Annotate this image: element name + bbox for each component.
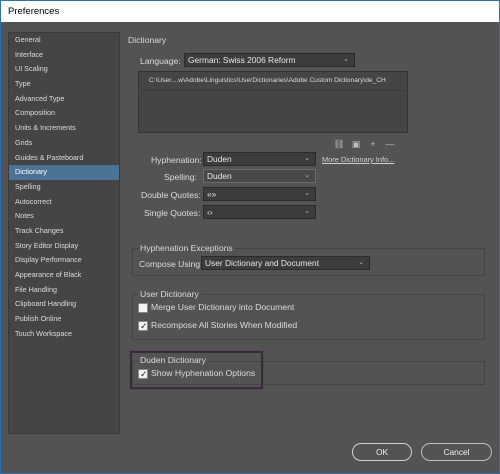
- chevron-down-icon: ⌄: [304, 208, 310, 215]
- remove-icon[interactable]: —: [384, 139, 396, 149]
- recompose-stories-checkbox[interactable]: ✓: [138, 321, 148, 331]
- hyphenation-exceptions-title: Hyphenation Exceptions: [138, 243, 235, 253]
- show-hyphenation-options-label: Show Hyphenation Options: [151, 368, 256, 378]
- show-hyphenation-options-checkbox[interactable]: ✓: [138, 369, 148, 379]
- sidebar-list: General Interface UI Scaling Type Advanced T…: [9, 33, 119, 341]
- user-dictionary-list[interactable]: C:\User....w\Adobe\Linguistics\UserDicti…: [138, 71, 408, 133]
- recompose-stories-label: Recompose All Stories When Modified: [151, 320, 298, 330]
- merge-user-dictionary-label: Merge User Dictionary into Document: [151, 302, 295, 312]
- ok-button[interactable]: OK: [352, 443, 412, 461]
- checkmark-icon: ✓: [140, 369, 148, 379]
- add-icon[interactable]: +: [367, 139, 379, 149]
- chevron-down-icon: ⌄: [343, 56, 349, 63]
- link-icon[interactable]: ⛓: [333, 139, 345, 149]
- single-quotes-label: Single Quotes:: [144, 208, 201, 218]
- sidebar-item-guides-pasteboard[interactable]: Guides & Pasteboard: [9, 151, 119, 166]
- chevron-down-icon: ⌄: [304, 190, 310, 197]
- sidebar-item-grids[interactable]: Grids: [9, 136, 119, 151]
- chevron-down-icon: ⌄: [304, 172, 310, 179]
- sidebar-item-file-handling[interactable]: File Handling: [9, 283, 119, 298]
- relink-icon[interactable]: ▣: [350, 139, 362, 149]
- sidebar-item-general[interactable]: General: [9, 33, 119, 48]
- sidebar-item-interface[interactable]: Interface: [9, 48, 119, 63]
- sidebar-item-spelling[interactable]: Spelling: [9, 180, 119, 195]
- cancel-button[interactable]: Cancel: [421, 443, 492, 461]
- user-dictionary-group: [132, 294, 485, 340]
- hyphenation-label: Hyphenation:: [151, 155, 202, 165]
- language-dropdown[interactable]: German: Swiss 2006 Reform ⌄: [184, 53, 355, 67]
- spelling-dropdown[interactable]: Duden ⌄: [203, 169, 316, 183]
- sidebar-item-clipboard-handling[interactable]: Clipboard Handling: [9, 297, 119, 312]
- more-dictionary-info-link[interactable]: More Dictionary Info...: [322, 155, 394, 164]
- sidebar-item-dictionary[interactable]: Dictionary: [9, 165, 119, 180]
- list-divider: [141, 90, 405, 91]
- hyphenation-value: Duden: [207, 154, 232, 164]
- compose-using-value: User Dictionary and Document: [205, 258, 320, 268]
- section-title: Dictionary: [128, 35, 167, 45]
- window-title: Preferences: [1, 1, 499, 22]
- sidebar-item-advanced-type[interactable]: Advanced Type: [9, 92, 119, 107]
- spelling-label: Spelling:: [164, 172, 197, 182]
- single-quotes-dropdown[interactable]: ‹› ⌄: [203, 205, 316, 219]
- chevron-down-icon: ⌄: [358, 259, 364, 266]
- preferences-window: Preferences General Interface UI Scaling Ty…: [0, 0, 500, 474]
- double-quotes-value: «»: [207, 189, 217, 199]
- sidebar-item-story-editor-display[interactable]: Story Editor Display: [9, 239, 119, 254]
- language-value: German: Swiss 2006 Reform: [188, 55, 296, 65]
- sidebar-item-units-increments[interactable]: Units & Increments: [9, 121, 119, 136]
- sidebar-item-publish-online[interactable]: Publish Online: [9, 312, 119, 327]
- language-label: Language:: [140, 56, 181, 66]
- sidebar-item-autocorrect[interactable]: Autocorrect: [9, 195, 119, 210]
- hyphenation-dropdown[interactable]: Duden ⌄: [203, 152, 316, 166]
- sidebar-item-ui-scaling[interactable]: UI Scaling: [9, 62, 119, 77]
- user-dictionary-title: User Dictionary: [138, 289, 201, 299]
- compose-using-label: Compose Using:: [139, 259, 203, 269]
- double-quotes-dropdown[interactable]: «» ⌄: [203, 187, 316, 201]
- duden-dictionary-title: Duden Dictionary: [138, 355, 208, 365]
- sidebar-item-notes[interactable]: Notes: [9, 209, 119, 224]
- sidebar-item-touch-workspace[interactable]: Touch Workspace: [9, 327, 119, 342]
- double-quotes-label: Double Quotes:: [141, 190, 201, 200]
- sidebar-item-composition[interactable]: Composition: [9, 106, 119, 121]
- chevron-down-icon: ⌄: [304, 155, 310, 162]
- list-item[interactable]: C:\User....w\Adobe\Linguistics\UserDicti…: [139, 72, 407, 90]
- preferences-sidebar: General Interface UI Scaling Type Advanced T…: [8, 32, 120, 434]
- merge-user-dictionary-checkbox[interactable]: [138, 303, 148, 313]
- sidebar-item-type[interactable]: Type: [9, 77, 119, 92]
- sidebar-item-appearance-of-black[interactable]: Appearance of Black: [9, 268, 119, 283]
- checkmark-icon: ✓: [140, 321, 148, 331]
- compose-using-dropdown[interactable]: User Dictionary and Document ⌄: [201, 256, 370, 270]
- single-quotes-value: ‹›: [207, 207, 213, 217]
- sidebar-item-display-performance[interactable]: Display Performance: [9, 253, 119, 268]
- spelling-value: Duden: [207, 171, 232, 181]
- sidebar-item-track-changes[interactable]: Track Changes: [9, 224, 119, 239]
